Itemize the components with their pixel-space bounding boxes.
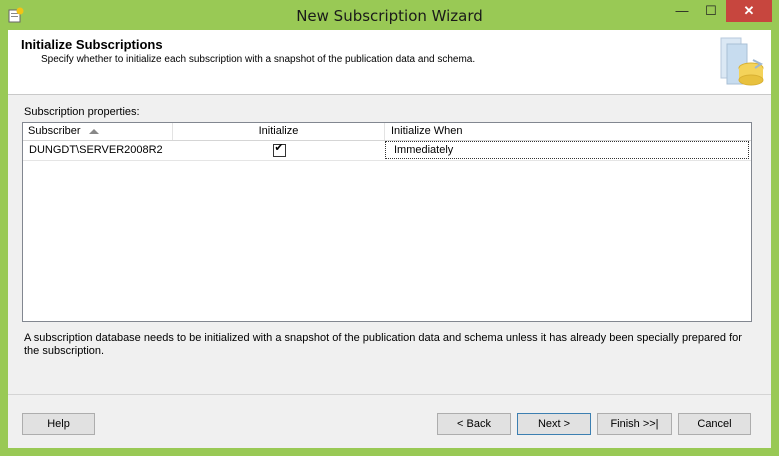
initialize-checkbox[interactable]: ✔	[272, 142, 286, 157]
page-title: Initialize Subscriptions	[21, 37, 163, 52]
wizard-header: Initialize Subscriptions Specify whether…	[8, 30, 771, 95]
column-header-label: Subscriber	[28, 125, 81, 137]
cancel-button[interactable]: Cancel	[678, 413, 751, 435]
help-button[interactable]: Help	[22, 413, 95, 435]
description-text: A subscription database needs to be init…	[24, 332, 742, 357]
minimize-button[interactable]: —	[668, 0, 696, 22]
database-graphic-icon	[720, 37, 764, 86]
window-title: New Subscription Wizard	[296, 7, 483, 25]
sort-ascending-icon	[89, 129, 99, 134]
column-header-initialize-when[interactable]: Initialize When	[385, 123, 751, 140]
wizard-window: New Subscription Wizard — ☐ ✕ Initialize…	[0, 0, 779, 456]
subscriber-cell[interactable]: DUNGDT\SERVER2008R2	[23, 141, 173, 160]
footer-divider	[8, 394, 771, 395]
back-button[interactable]: < Back	[437, 413, 511, 435]
title-bar[interactable]: New Subscription Wizard — ☐ ✕	[0, 0, 779, 30]
maximize-button[interactable]: ☐	[697, 0, 725, 22]
checkmark-icon: ✔	[274, 142, 284, 154]
finish-button[interactable]: Finish >>|	[597, 413, 672, 435]
close-button[interactable]: ✕	[726, 0, 772, 22]
table-row[interactable]: DUNGDT\SERVER2008R2 ✔ Immediately	[23, 141, 751, 161]
grid-header: Subscriber Initialize Initialize When	[23, 123, 751, 141]
subscription-properties-grid: Subscriber Initialize Initialize When DU…	[22, 122, 752, 322]
subscription-properties-label: Subscription properties:	[24, 106, 140, 118]
initialize-cell: ✔	[173, 141, 385, 160]
initialize-when-dropdown[interactable]: Immediately	[385, 141, 749, 159]
column-header-initialize[interactable]: Initialize	[173, 123, 385, 140]
page-subtitle: Specify whether to initialize each subsc…	[41, 54, 476, 65]
column-header-subscriber[interactable]: Subscriber	[23, 123, 173, 140]
next-button[interactable]: Next >	[517, 413, 591, 435]
wizard-client-area: Initialize Subscriptions Specify whether…	[8, 30, 771, 448]
